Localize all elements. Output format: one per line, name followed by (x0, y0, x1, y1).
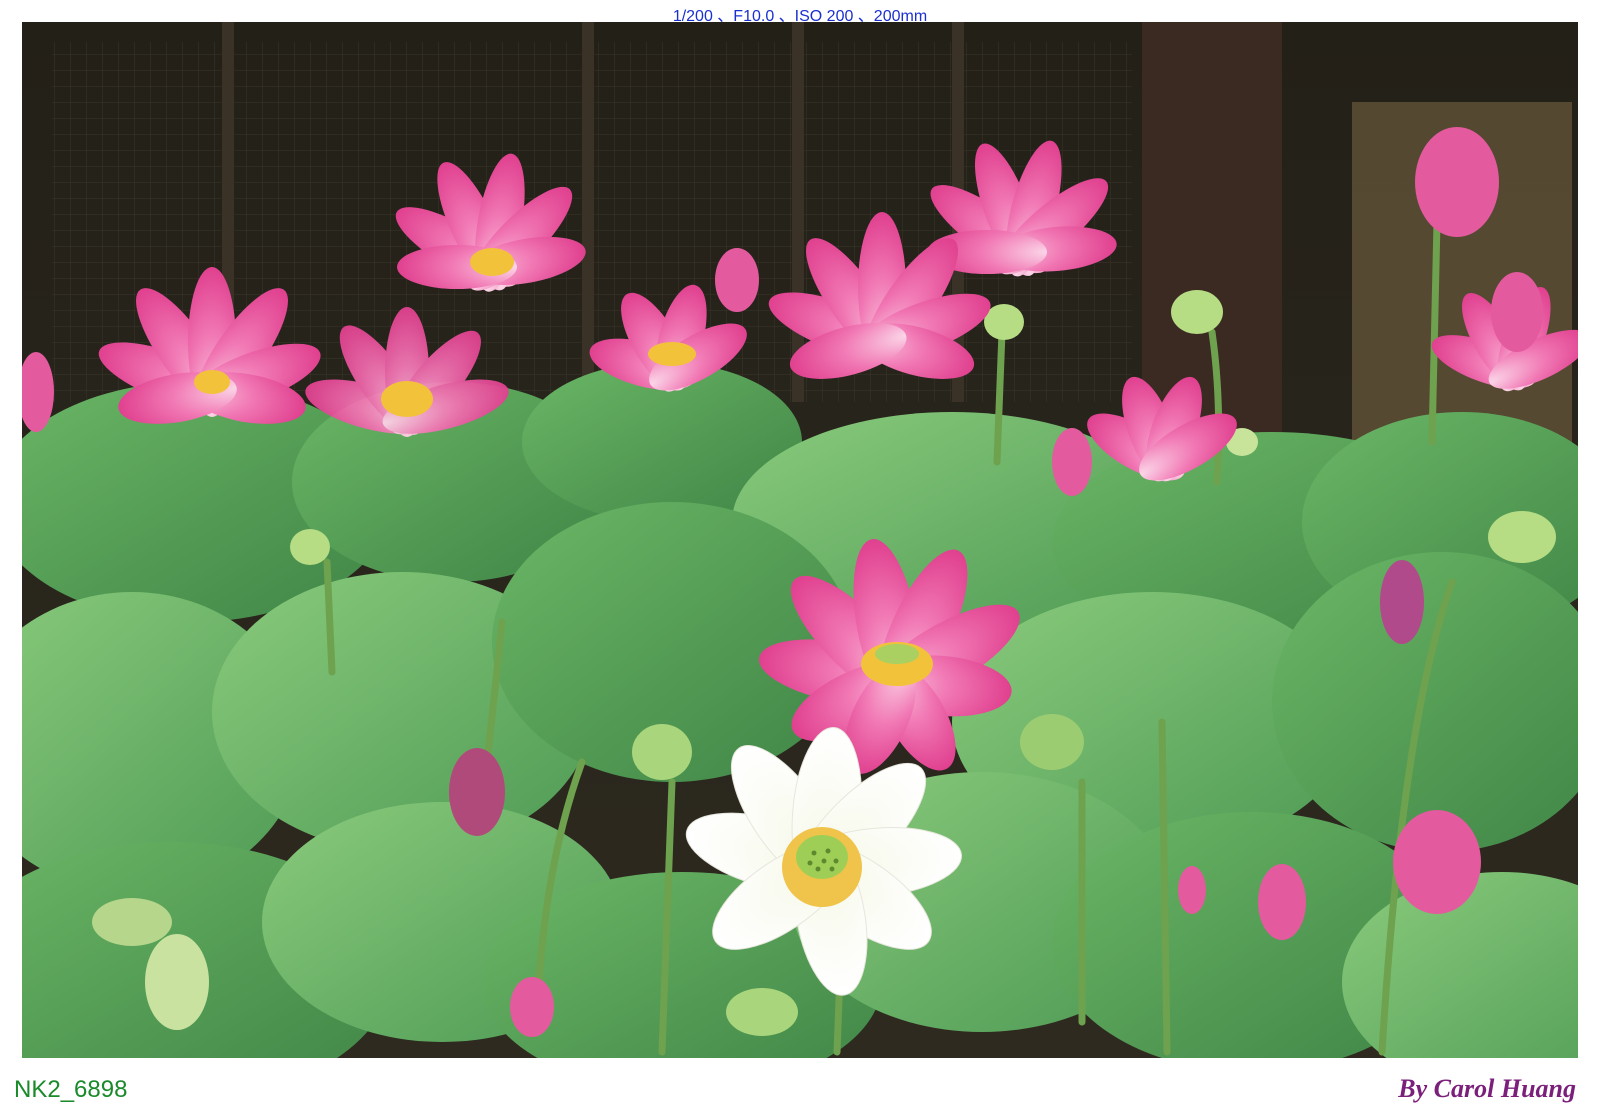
seed-pod (1171, 290, 1223, 334)
green-bud (92, 898, 172, 946)
lotus-bud (715, 248, 759, 312)
lotus-bud (1052, 428, 1092, 496)
seed-pod (1488, 511, 1556, 563)
lotus-bud (449, 748, 505, 836)
lotus-photo (22, 22, 1578, 1058)
seed-pod (984, 304, 1024, 340)
photographer-credit: By Carol Huang (1398, 1074, 1576, 1103)
seed-pod (290, 529, 330, 565)
lotus-bud (1393, 810, 1481, 914)
seed-pod (1020, 714, 1084, 770)
lotus-bud (1258, 864, 1306, 940)
file-id-label: NK2_6898 (14, 1076, 128, 1103)
lotus-bud (1380, 560, 1424, 644)
lotus-bud (510, 977, 554, 1037)
tree-trunk (1142, 22, 1282, 442)
fence-post (582, 22, 594, 402)
seed-pod (726, 988, 798, 1036)
seed-pod (632, 724, 692, 780)
green-bud (145, 934, 209, 1030)
lotus-bud (1415, 127, 1499, 237)
lotus-bud (1491, 272, 1543, 352)
lotus-bud (1178, 866, 1206, 914)
fence-post (792, 22, 804, 402)
